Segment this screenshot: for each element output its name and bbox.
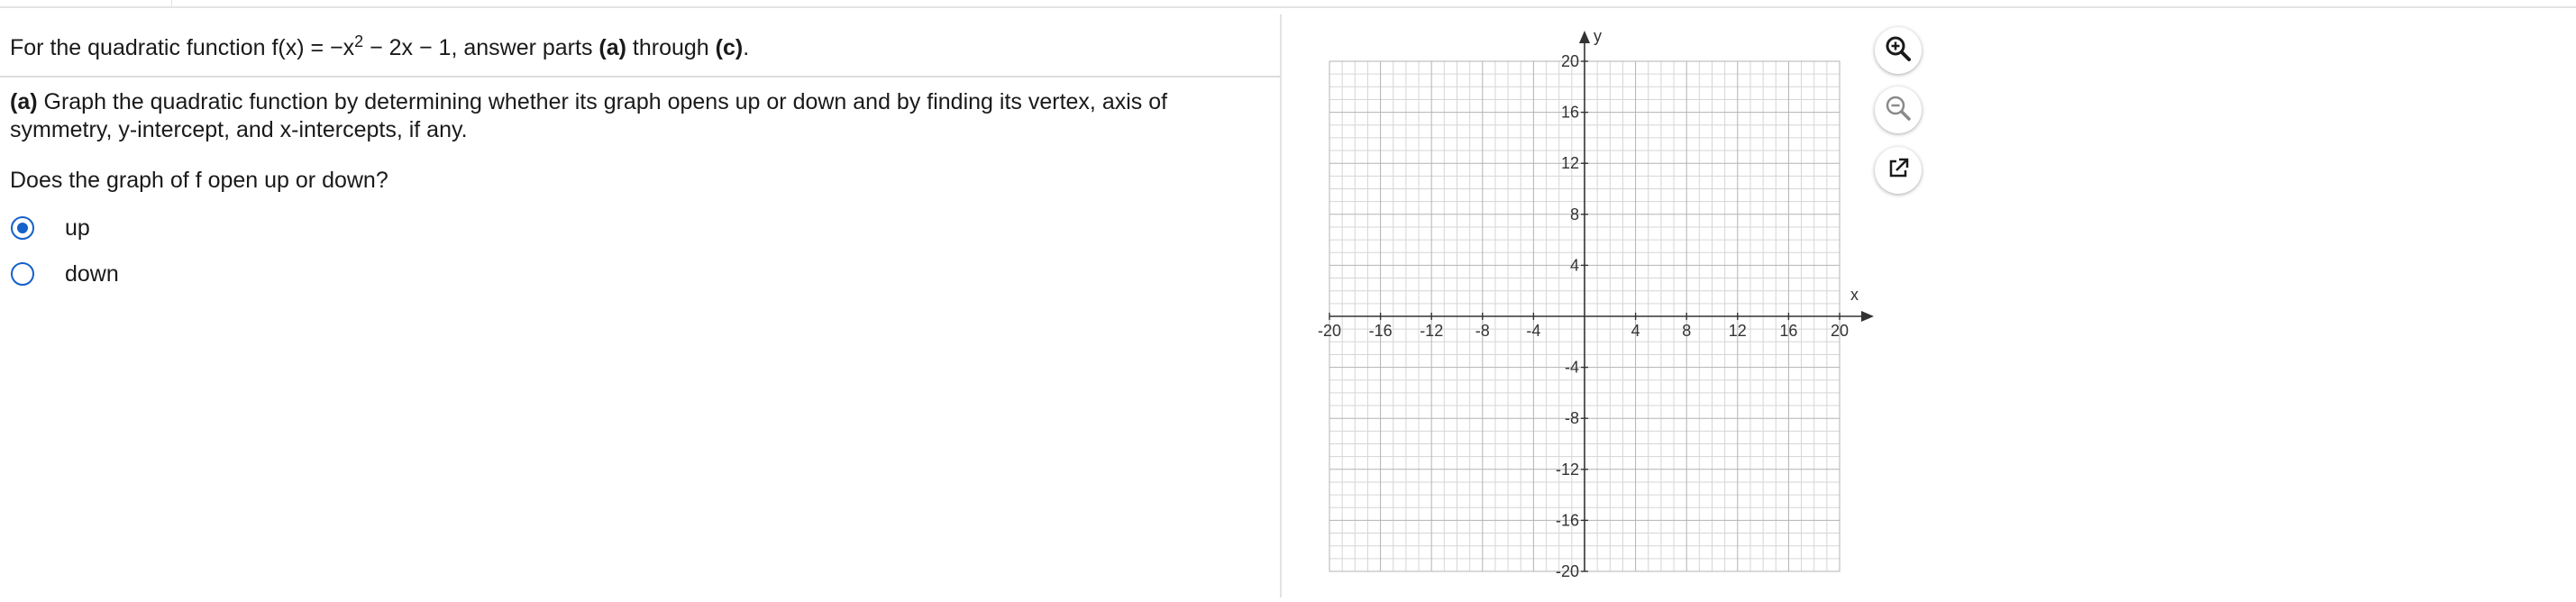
graph-area[interactable]: -20 -16 -12 -8 -4 4 8 12 16 20 20 16 12 8 4 -4 -8 -12 -16 -… bbox=[1298, 23, 1875, 597]
radio-selected-dot bbox=[17, 223, 28, 233]
intro-middle: − 2x − 1, answer parts bbox=[363, 35, 599, 60]
y-tick-label: 16 bbox=[1561, 104, 1579, 122]
option-down[interactable]: down bbox=[11, 259, 119, 289]
top-tab-divider bbox=[171, 0, 172, 6]
y-tick-label: -20 bbox=[1556, 562, 1579, 580]
intro-exponent: 2 bbox=[354, 32, 364, 50]
y-axis-arrow bbox=[1579, 31, 1590, 43]
open-direction-question: Does the graph of f open up or down? bbox=[10, 168, 388, 193]
y-tick-label: -8 bbox=[1565, 409, 1579, 427]
x-tick-label: -20 bbox=[1318, 322, 1341, 340]
x-tick-label: 20 bbox=[1831, 322, 1849, 340]
radio-up[interactable] bbox=[11, 216, 34, 240]
part-a-text: Graph the quadratic function by determin… bbox=[10, 89, 1168, 142]
x-tick-label: -16 bbox=[1369, 322, 1393, 340]
option-down-label[interactable]: down bbox=[65, 261, 119, 287]
zoom-out-icon bbox=[1883, 93, 1914, 128]
y-tick-label: -16 bbox=[1556, 511, 1579, 529]
x-axis-label: x bbox=[1850, 286, 1859, 304]
panel-divider bbox=[1280, 14, 1282, 597]
intro-divider bbox=[0, 76, 1280, 78]
intro-through: through bbox=[626, 35, 716, 60]
intro-prefix: For the quadratic function f(x) = −x bbox=[10, 35, 355, 60]
part-a-label: (a) bbox=[10, 89, 38, 114]
y-axis-label: y bbox=[1594, 27, 1602, 45]
x-tick-label: -4 bbox=[1526, 322, 1540, 340]
y-tick-label: 20 bbox=[1561, 52, 1579, 70]
x-axis-arrow bbox=[1861, 311, 1874, 322]
y-tick-label: 8 bbox=[1570, 205, 1579, 223]
x-tick-label: 8 bbox=[1682, 322, 1691, 340]
x-tick-label: -12 bbox=[1420, 322, 1443, 340]
popout-icon bbox=[1885, 155, 1912, 187]
option-up-label[interactable]: up bbox=[65, 215, 90, 242]
coordinate-grid[interactable]: -20 -16 -12 -8 -4 4 8 12 16 20 20 16 12 8 4 -4 -8 -12 -16 -… bbox=[1298, 23, 1875, 597]
y-tick-label: 12 bbox=[1561, 154, 1579, 172]
zoom-in-button[interactable] bbox=[1875, 27, 1922, 74]
x-tick-label: 4 bbox=[1631, 322, 1640, 340]
intro-part-c: (c) bbox=[715, 35, 744, 60]
y-tick-label: 4 bbox=[1570, 256, 1579, 274]
zoom-in-icon bbox=[1883, 33, 1914, 68]
zoom-out-button[interactable] bbox=[1875, 87, 1922, 133]
intro-part-a: (a) bbox=[598, 35, 626, 60]
popout-button[interactable] bbox=[1875, 147, 1922, 194]
y-tick-label: -12 bbox=[1556, 461, 1579, 479]
radio-down[interactable] bbox=[11, 262, 34, 286]
question-intro: For the quadratic function f(x) = −x2 − … bbox=[10, 32, 750, 61]
x-tick-label: 12 bbox=[1729, 322, 1747, 340]
option-up[interactable]: up bbox=[11, 213, 90, 243]
x-tick-label: -8 bbox=[1475, 322, 1490, 340]
y-tick-label: -4 bbox=[1565, 359, 1579, 377]
x-tick-label: 16 bbox=[1779, 322, 1797, 340]
part-a-instructions: (a) Graph the quadratic function by dete… bbox=[10, 88, 1254, 144]
intro-end: . bbox=[743, 35, 750, 60]
